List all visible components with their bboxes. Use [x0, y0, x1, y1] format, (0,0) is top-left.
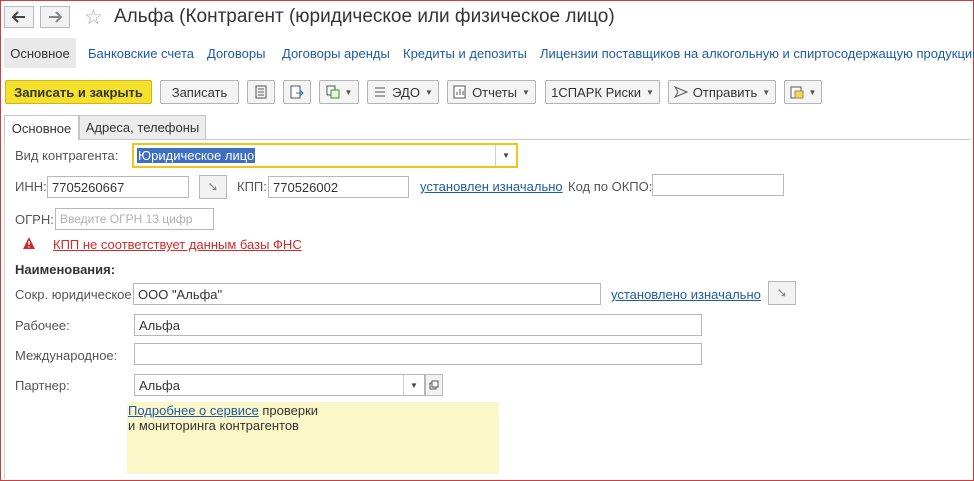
partner-value: Альфа	[139, 378, 180, 393]
create-based-on-button[interactable]: ▼	[319, 80, 359, 104]
star-icon[interactable]: ☆	[84, 5, 103, 30]
document-list-button[interactable]	[247, 80, 275, 104]
working-name-label: Рабочее:	[15, 318, 70, 333]
edo-button[interactable]: ЭДО ▼	[367, 80, 439, 104]
save-button[interactable]: Записать	[160, 80, 239, 104]
chevron-down-icon: ▼	[808, 87, 817, 97]
inn-label: ИНН:	[15, 179, 47, 194]
back-button[interactable]	[4, 6, 34, 28]
reports-label: Отчеты	[472, 84, 517, 100]
forward-button[interactable]	[40, 6, 70, 28]
ogrn-field[interactable]: Введите ОГРН 13 цифр	[55, 208, 214, 230]
partner-field[interactable]: Альфа ▼	[134, 374, 425, 396]
working-name-field[interactable]: Альфа	[134, 314, 702, 336]
tab-main[interactable]: Основное	[4, 115, 79, 140]
list-icon	[255, 85, 267, 99]
nav-contracts[interactable]: Договоры	[207, 46, 265, 61]
chevron-down-icon: ▼	[762, 87, 771, 97]
service-details-link[interactable]: Подробнее о сервисе	[128, 403, 259, 418]
partner-label: Партнер:	[15, 378, 70, 393]
kind-label: Вид контрагента:	[15, 148, 119, 163]
okpo-field[interactable]	[652, 174, 784, 196]
chevron-down-icon: ▼	[424, 87, 433, 97]
inn-field[interactable]: 7705260667	[47, 176, 189, 198]
kind-select[interactable]: Юридическое лицо ▼	[132, 143, 518, 168]
send-label: Отправить	[692, 84, 758, 100]
short-name-field[interactable]: ООО "Альфа"	[133, 283, 601, 305]
kind-value: Юридическое лицо	[137, 148, 256, 163]
okpo-label: Код по ОКПО:	[568, 179, 653, 194]
open-partner-button[interactable]	[425, 374, 443, 396]
names-header: Наименования:	[15, 262, 116, 277]
refresh-arrow-icon: ➘	[776, 285, 788, 300]
short-name-label: Сокр. юридическое:	[15, 287, 136, 302]
print-doc-button[interactable]	[283, 80, 311, 104]
fill-by-inn-button[interactable]: ➘	[199, 175, 227, 199]
attachments-button[interactable]: ▼	[784, 80, 822, 104]
service-info-panel: Подробнее о сервисе проверки и мониторин…	[127, 402, 499, 474]
warning-icon	[23, 237, 35, 249]
save-and-close-button[interactable]: Записать и закрыть	[5, 80, 152, 104]
spark-label: 1СПАРК Риски	[551, 84, 641, 100]
edo-label: ЭДО	[392, 84, 420, 100]
nav-main[interactable]: Основное	[4, 38, 76, 68]
nav-credits-deposits[interactable]: Кредиты и депозиты	[403, 46, 527, 61]
kpp-label: КПП:	[237, 179, 267, 194]
reports-button[interactable]: Отчеты ▼	[447, 80, 536, 104]
spark-risks-button[interactable]: 1СПАРК Риски ▼	[545, 80, 660, 104]
chevron-down-icon: ▼	[645, 87, 654, 97]
tab-addresses[interactable]: Адреса, телефоны	[79, 115, 206, 139]
ogrn-label: ОГРН:	[15, 212, 54, 227]
refresh-arrow-icon: ➘	[207, 179, 219, 194]
window-title: Альфа (Контрагент (юридическое или физич…	[114, 6, 615, 27]
open-window-icon	[429, 380, 439, 390]
arrow-left-icon	[12, 11, 25, 23]
short-name-status-link[interactable]: установлено изначально	[611, 287, 761, 302]
chevron-down-icon[interactable]: ▼	[403, 375, 424, 395]
chevron-down-icon: ▼	[344, 87, 353, 97]
nav-lease-contracts[interactable]: Договоры аренды	[282, 46, 390, 61]
arrow-right-icon	[49, 11, 62, 23]
nav-licenses[interactable]: Лицензии поставщиков на алкогольную и сп…	[540, 46, 974, 61]
send-icon	[673, 86, 688, 98]
tab-divider	[4, 139, 970, 140]
kpp-status-link[interactable]: установлен изначально	[420, 179, 563, 194]
report-icon	[453, 85, 466, 99]
fill-short-name-button[interactable]: ➘	[768, 281, 796, 305]
create-based-icon	[326, 85, 340, 99]
service-note-text2: и мониторинга контрагентов	[128, 418, 299, 433]
send-button[interactable]: Отправить ▼	[668, 80, 776, 104]
kpp-warning-link[interactable]: КПП не соответствует данным базы ФНС	[53, 237, 302, 252]
attachment-icon	[790, 86, 804, 99]
document-arrow-icon	[290, 85, 304, 99]
edo-icon	[375, 87, 386, 97]
chevron-down-icon[interactable]: ▼	[495, 145, 516, 166]
kpp-field[interactable]: 770526002	[268, 176, 409, 198]
intl-name-label: Международное:	[15, 348, 118, 363]
nav-bank-accounts[interactable]: Банковские счета	[88, 46, 194, 61]
intl-name-field[interactable]	[134, 343, 702, 365]
service-note-text1: проверки	[258, 403, 319, 418]
chevron-down-icon: ▼	[522, 87, 530, 97]
panel-border	[4, 139, 5, 479]
